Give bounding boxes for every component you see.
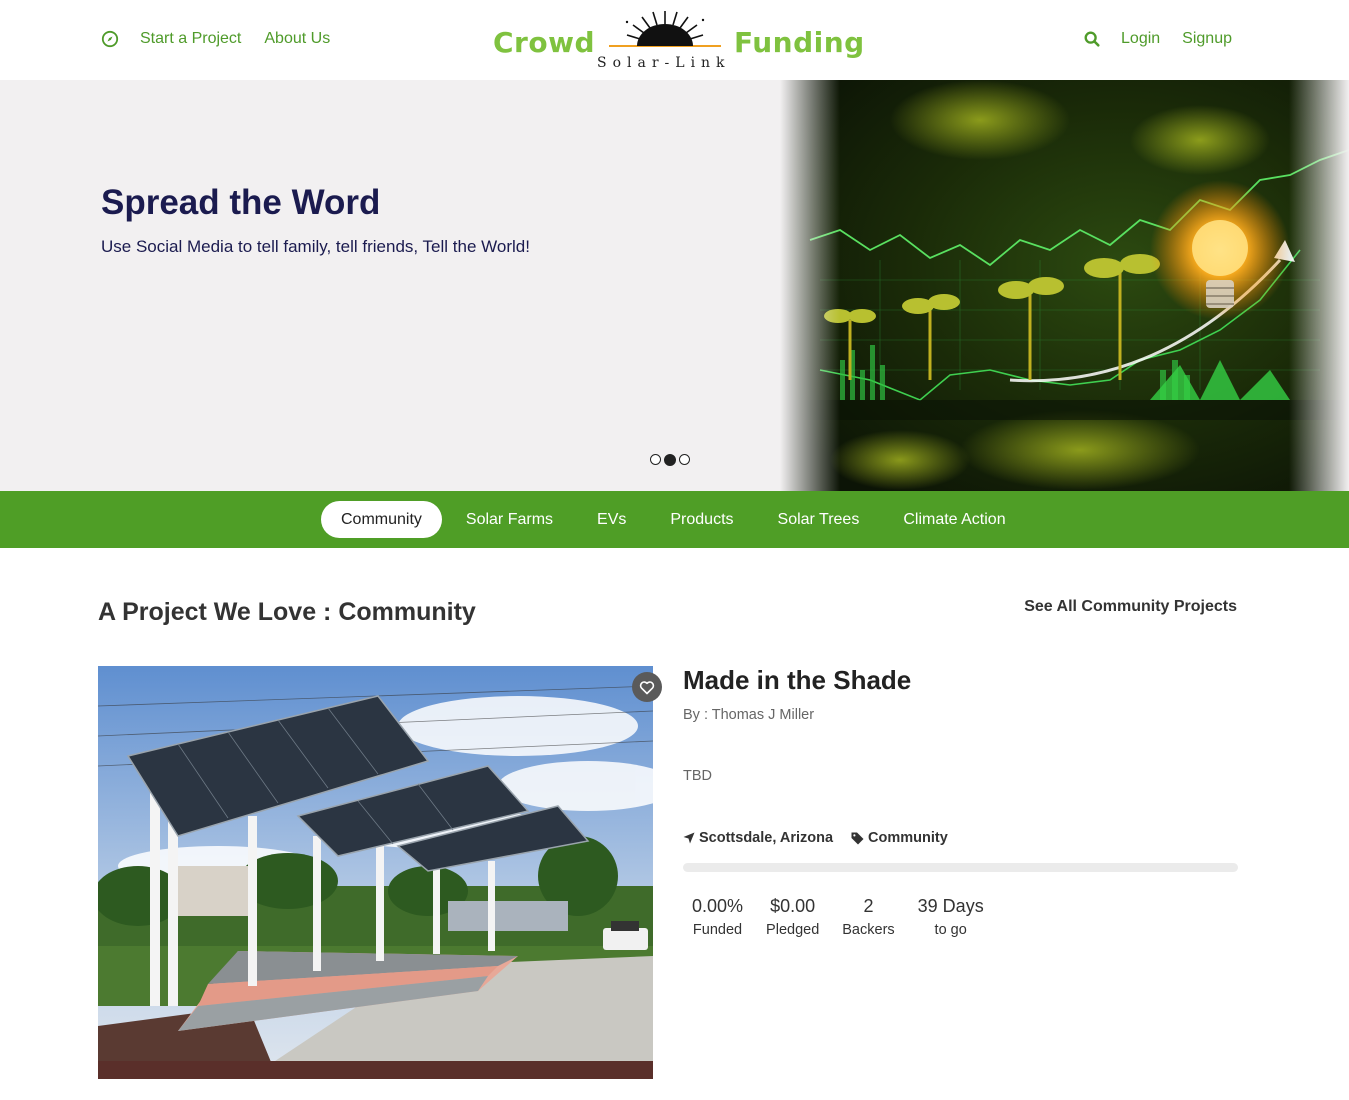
project-image[interactable]	[98, 666, 653, 1079]
stat-days-to-go: 39 Days to go	[918, 896, 984, 938]
stat-label: Backers	[842, 922, 895, 938]
hero-title: Spread the Word	[101, 183, 381, 222]
project-meta: Scottsdale, Arizona Community	[683, 830, 966, 846]
stat-backers: 2 Backers	[842, 896, 894, 938]
stat-funded: 0.00% Funded	[692, 896, 743, 938]
site-header: Start a Project About Us Crowd Funding S…	[0, 0, 1349, 80]
funding-progress-bar	[683, 863, 1238, 872]
heart-icon	[639, 680, 655, 694]
hero-subtitle: Use Social Media to tell family, tell fr…	[101, 237, 530, 256]
project-title[interactable]: Made in the Shade	[683, 665, 911, 696]
hero-image	[780, 80, 1349, 491]
project-category[interactable]: Community	[851, 830, 948, 846]
stat-pledged: $0.00 Pledged	[766, 896, 819, 938]
tab-solar-trees[interactable]: Solar Trees	[758, 501, 880, 538]
start-project-link[interactable]: Start a Project	[140, 30, 241, 48]
favorite-button[interactable]	[632, 672, 662, 702]
site-logo[interactable]: Crowd Funding Solar-Link	[493, 8, 864, 74]
tab-community[interactable]: Community	[321, 501, 442, 538]
stat-value: 0.00%	[692, 896, 744, 916]
stat-label: to go	[934, 922, 967, 938]
project-description: TBD	[683, 768, 712, 784]
project-location-text: Scottsdale, Arizona	[699, 830, 834, 846]
location-arrow-icon	[683, 832, 695, 844]
carousel-dots	[650, 453, 690, 466]
carousel-dot[interactable]	[650, 454, 661, 465]
carousel-dot-active[interactable]	[664, 453, 676, 466]
stat-value: $0.00	[770, 896, 816, 916]
logo-subtitle: Solar-Link	[597, 55, 731, 71]
tab-climate-action[interactable]: Climate Action	[883, 501, 1025, 538]
search-icon[interactable]	[1083, 30, 1101, 48]
tag-icon	[851, 832, 864, 844]
signup-link[interactable]: Signup	[1182, 30, 1232, 48]
tab-evs[interactable]: EVs	[577, 501, 646, 538]
nav-left: Start a Project About Us	[101, 30, 330, 48]
login-link[interactable]: Login	[1121, 30, 1160, 48]
tab-products[interactable]: Products	[650, 501, 753, 538]
sun-logo-icon	[609, 11, 721, 47]
carousel-dot[interactable]	[679, 454, 690, 465]
stat-label: Funded	[692, 922, 743, 938]
compass-icon[interactable]	[101, 30, 119, 48]
project-author: By : Thomas J Miller	[683, 707, 815, 723]
project-stats: 0.00% Funded $0.00 Pledged 2 Backers 39 …	[683, 896, 1007, 938]
nav-right: Login Signup	[1083, 30, 1232, 48]
tab-solar-farms[interactable]: Solar Farms	[446, 501, 573, 538]
logo-word-left: Crowd	[493, 26, 596, 59]
stat-value: 2	[863, 896, 874, 916]
project-location[interactable]: Scottsdale, Arizona	[683, 830, 833, 846]
project-category-text: Community	[868, 830, 948, 846]
stat-value: 39 Days	[917, 896, 984, 916]
hero-carousel[interactable]: Spread the Word Use Social Media to tell…	[0, 80, 1349, 491]
section-title: A Project We Love : Community	[98, 598, 476, 626]
see-all-link[interactable]: See All Community Projects	[1024, 598, 1237, 616]
category-tabs: Community Solar Farms EVs Products Solar…	[321, 501, 1030, 538]
stat-label: Pledged	[766, 922, 820, 938]
logo-word-right: Funding	[734, 26, 865, 59]
category-nav: Community Solar Farms EVs Products Solar…	[0, 491, 1349, 548]
about-us-link[interactable]: About Us	[264, 30, 330, 48]
